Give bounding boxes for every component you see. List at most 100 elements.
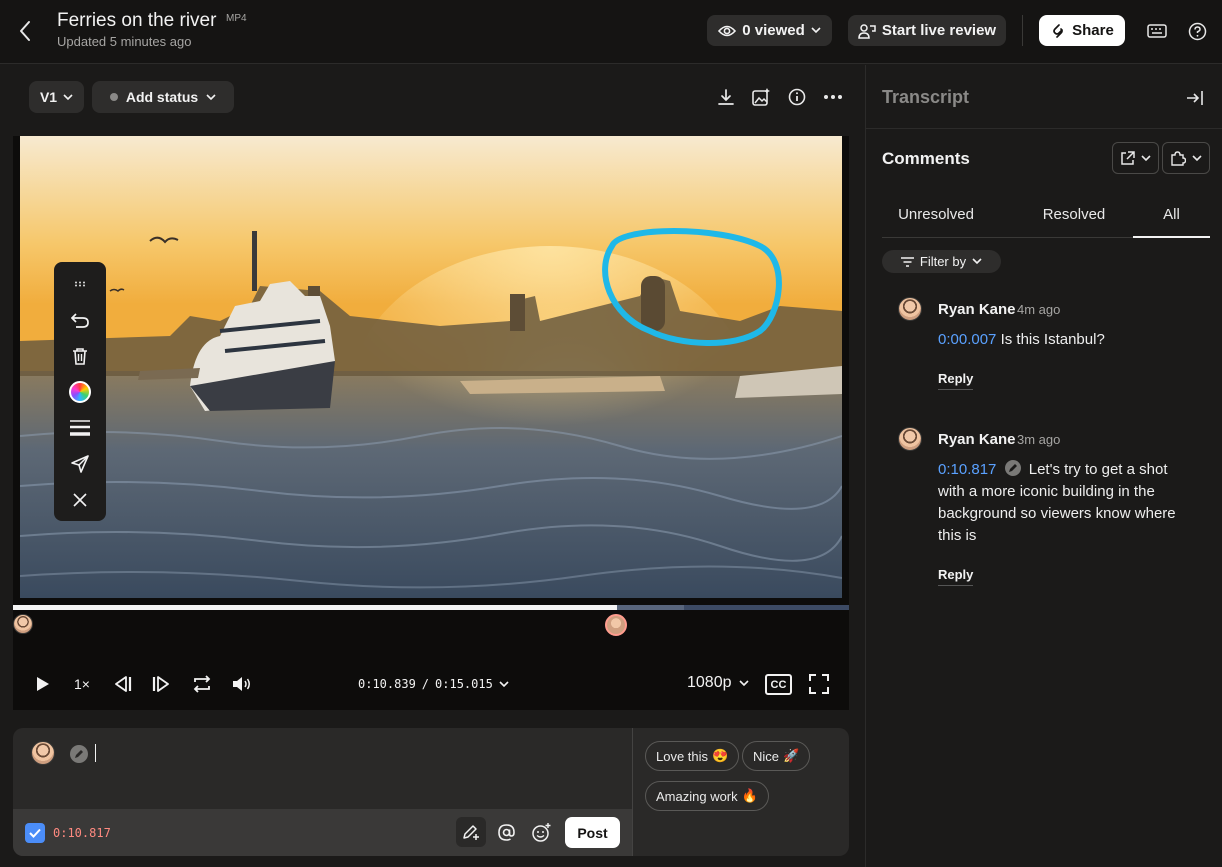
export-dropdown[interactable] — [1112, 142, 1159, 174]
check-icon — [29, 828, 41, 838]
comment-marker-avatar-active[interactable] — [605, 614, 627, 636]
reply-button[interactable]: Reply — [938, 371, 974, 390]
panel-divider — [866, 128, 1222, 129]
step-back-icon — [115, 676, 132, 692]
integrations-dropdown[interactable] — [1162, 142, 1210, 174]
post-label: Post — [577, 824, 608, 841]
video-frame[interactable] — [20, 136, 842, 598]
reply-button[interactable]: Reply — [938, 567, 974, 586]
download-button[interactable] — [714, 86, 738, 108]
transcript-tab[interactable]: Transcript — [882, 87, 969, 108]
quick-reaction-nice[interactable]: Nice 🚀 — [742, 741, 811, 771]
image-sparkle-icon — [752, 88, 770, 106]
emoji-plus-icon — [531, 822, 550, 842]
keyboard-shortcuts-button[interactable] — [1145, 20, 1169, 42]
reaction-emoji: 🔥 — [741, 788, 758, 803]
comment-time: 3m ago — [1017, 432, 1061, 447]
share-button[interactable]: Share — [1039, 15, 1125, 46]
drag-handle[interactable] — [68, 274, 92, 294]
help-button[interactable] — [1185, 19, 1209, 43]
chevron-down-icon — [206, 93, 216, 100]
chevron-down-icon — [1141, 154, 1151, 161]
quality-dropdown[interactable]: 1080p — [687, 674, 749, 692]
status-label: Add status — [125, 89, 199, 105]
previous-frame-button[interactable] — [111, 672, 135, 696]
fullscreen-button[interactable] — [807, 672, 831, 696]
volume-icon — [233, 677, 250, 691]
version-label: V1 — [39, 89, 58, 105]
mention-button[interactable] — [494, 820, 518, 844]
timestamp-checkbox[interactable] — [25, 823, 45, 843]
comment-marker-avatar[interactable] — [13, 614, 33, 634]
info-icon — [788, 88, 806, 106]
close-drawing-button[interactable] — [68, 488, 92, 512]
chevron-left-icon — [20, 21, 30, 41]
puzzle-icon — [1171, 151, 1186, 166]
grip-dots-icon — [75, 281, 85, 287]
file-type-badge: MP4 — [226, 13, 247, 24]
stroke-width-button[interactable] — [68, 416, 92, 440]
playback-speed-button[interactable]: 1× — [74, 676, 90, 692]
comment-timestamp-link[interactable]: 0:00.007 — [938, 331, 996, 348]
tab-all[interactable]: All — [1133, 190, 1210, 238]
quick-reaction-amazing-work[interactable]: Amazing work 🔥 — [645, 781, 769, 811]
captions-button[interactable]: CC — [765, 674, 792, 695]
current-time: 0:10.839 — [358, 677, 416, 691]
status-dropdown[interactable]: Add status — [92, 81, 234, 113]
tab-unresolved[interactable]: Unresolved — [882, 190, 990, 238]
comment-item[interactable]: Ryan Kane 4m ago 0:00.007 Is this Istanb… — [866, 293, 1222, 403]
filter-button[interactable]: Filter by — [882, 250, 1001, 273]
active-tab-indicator — [1133, 236, 1210, 238]
scrubber-track[interactable] — [13, 605, 849, 610]
comment-timestamp-link[interactable]: 0:10.817 — [938, 461, 996, 478]
play-button[interactable] — [31, 672, 55, 696]
back-button[interactable] — [14, 18, 36, 44]
next-frame-button[interactable] — [149, 672, 173, 696]
color-picker-button[interactable] — [69, 381, 91, 403]
send-button[interactable] — [68, 452, 92, 476]
at-sign-icon — [497, 823, 515, 841]
comment-item[interactable]: Ryan Kane 3m ago 0:10.817 Let's try to g… — [866, 423, 1222, 593]
video-frame-image — [20, 136, 842, 598]
progress-bar — [13, 605, 618, 610]
volume-button[interactable] — [229, 672, 255, 696]
post-button[interactable]: Post — [565, 817, 620, 848]
pencil-icon — [1008, 464, 1017, 472]
filter-icon — [900, 256, 914, 267]
undo-button[interactable] — [68, 308, 92, 332]
version-dropdown[interactable]: V1 — [29, 81, 84, 113]
header-divider — [1022, 15, 1023, 46]
annotation-badge[interactable] — [1004, 460, 1021, 476]
emoji-button[interactable] — [529, 820, 553, 844]
collapse-panel-button[interactable] — [1183, 86, 1207, 110]
avatar — [31, 741, 55, 765]
delete-button[interactable] — [68, 344, 92, 368]
draw-annotation-button[interactable] — [456, 817, 486, 847]
comment-author: Ryan Kane — [938, 431, 1016, 448]
quick-reaction-love-this[interactable]: Love this 😍 — [645, 741, 740, 771]
external-link-icon — [1121, 150, 1135, 165]
comment-composer: 0:10.817 Post Love this 😍 Nice 🚀 Amazing… — [13, 728, 849, 856]
send-icon — [71, 455, 89, 473]
chevron-down-icon — [738, 679, 749, 686]
image-ai-button[interactable] — [749, 85, 773, 109]
loop-button[interactable] — [189, 672, 215, 696]
time-display[interactable]: 0:10.839 / 0:15.015 — [358, 677, 509, 691]
more-horizontal-icon — [824, 95, 842, 99]
composer-footer: 0:10.817 Post — [13, 809, 633, 856]
viewed-dropdown[interactable]: 0 viewed — [707, 15, 832, 46]
more-options-button[interactable] — [821, 85, 845, 109]
reaction-label: Love this — [656, 748, 709, 764]
total-time: 0:15.015 — [435, 677, 493, 691]
fullscreen-icon — [809, 674, 829, 694]
tab-resolved[interactable]: Resolved — [1016, 190, 1132, 238]
comments-heading: Comments — [882, 149, 970, 168]
close-icon — [73, 493, 87, 507]
start-live-review-button[interactable]: Start live review — [848, 15, 1006, 46]
info-button[interactable] — [785, 85, 809, 109]
quality-label: 1080p — [687, 674, 732, 691]
comment-input[interactable] — [95, 744, 625, 804]
comment-body: 0:10.817 Let's try to get a shot with a … — [938, 459, 1190, 547]
side-panel: Transcript Comments Unresolved Resolved … — [865, 65, 1222, 867]
people-icon — [858, 23, 876, 39]
